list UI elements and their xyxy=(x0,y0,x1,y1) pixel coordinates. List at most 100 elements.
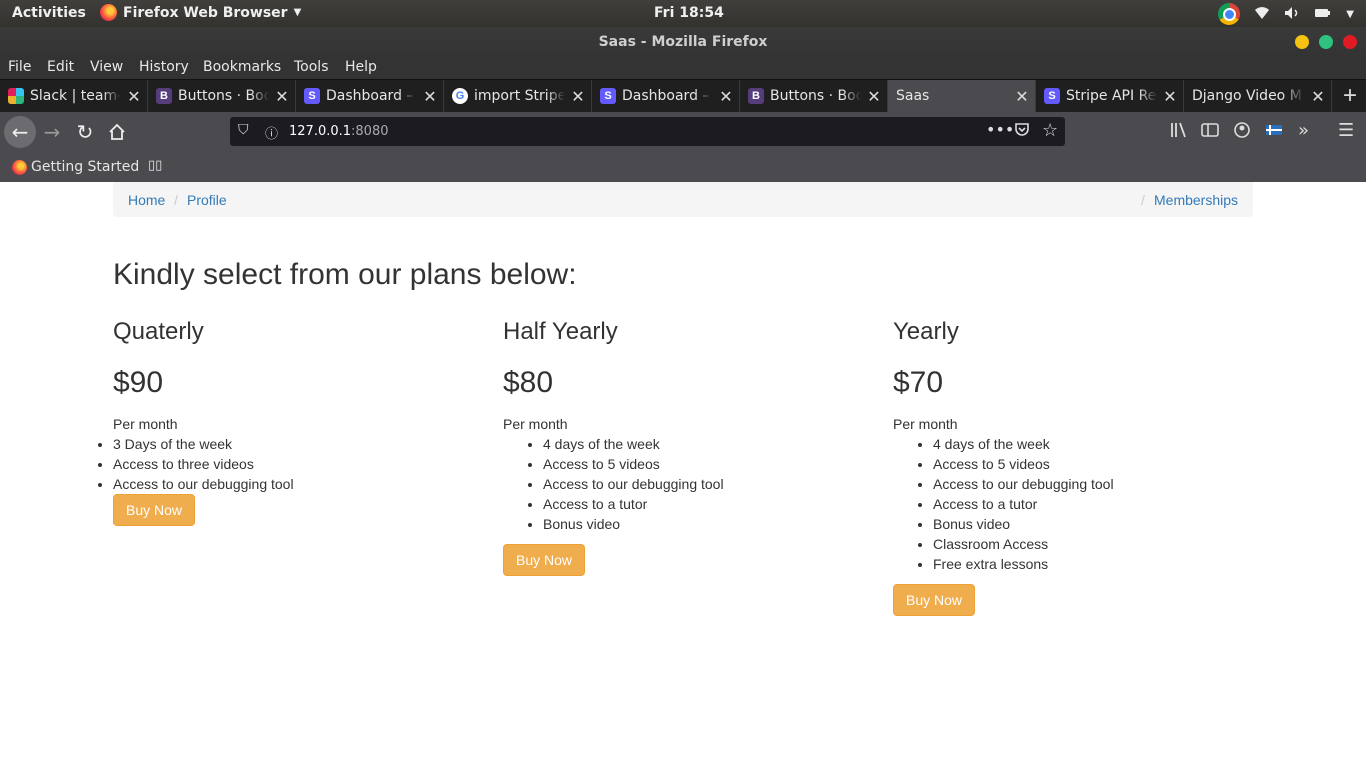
breadcrumb: Home / Profile / Memberships xyxy=(113,182,1253,217)
feature-item: 4 days of the week xyxy=(933,434,1273,454)
reader-icon[interactable]: ▯▯ xyxy=(148,158,162,173)
battery-icon xyxy=(1314,7,1332,22)
url-text[interactable]: 127.0.0.1:8080 xyxy=(289,124,389,139)
close-icon[interactable]: ✕ xyxy=(861,87,887,106)
close-icon[interactable]: ✕ xyxy=(713,87,739,106)
buy-now-button[interactable]: Buy Now xyxy=(893,584,976,616)
overflow-chevron-icon[interactable]: » xyxy=(1298,120,1309,141)
tab-label: Buttons · Boo xyxy=(178,88,269,104)
close-icon[interactable]: ✕ xyxy=(1009,87,1035,106)
google-icon: G xyxy=(452,88,468,104)
page-actions-icon[interactable]: ••• xyxy=(986,120,1014,139)
clock[interactable]: Fri 18:54 xyxy=(654,5,724,21)
window-title: Saas - Mozilla Firefox xyxy=(598,34,768,50)
back-button[interactable]: ← xyxy=(4,116,36,148)
info-icon[interactable]: ⓘ xyxy=(265,123,278,142)
plan-period: Per month xyxy=(503,416,568,432)
close-icon[interactable]: ✕ xyxy=(417,87,443,106)
tab-label: Dashboard – xyxy=(622,88,710,104)
menu-history[interactable]: History xyxy=(139,59,189,75)
tab[interactable]: S Dashboard – ✕ xyxy=(296,80,444,112)
feature-item: Classroom Access xyxy=(933,534,1273,554)
close-icon[interactable]: ✕ xyxy=(565,87,591,106)
feature-item: 3 Days of the week xyxy=(113,434,493,454)
menu-file[interactable]: File xyxy=(8,59,31,75)
feature-item: Access to three videos xyxy=(113,454,493,474)
tab-label: import Stripe xyxy=(474,88,565,104)
plan-period: Per month xyxy=(113,416,178,432)
account-icon[interactable] xyxy=(1234,122,1250,142)
close-icon[interactable]: ✕ xyxy=(269,87,295,106)
system-top-bar: Activities Firefox Web Browser ▼ Fri 18:… xyxy=(0,0,1366,27)
close-button[interactable] xyxy=(1343,35,1357,49)
close-icon[interactable]: ✕ xyxy=(121,87,147,106)
bookmarks-toolbar: Getting Started ▯▯ xyxy=(0,152,1366,182)
tab[interactable]: Django Video M ✕ xyxy=(1184,80,1332,112)
bootstrap-icon: B xyxy=(156,88,172,104)
feature-item: Bonus video xyxy=(543,514,883,534)
forward-button[interactable]: → xyxy=(36,116,68,148)
breadcrumb-separator: / xyxy=(1141,192,1145,208)
navigation-toolbar: ← → ↻ ⛉ ⓘ 127.0.0.1:8080 ••• ☆ » ☰ xyxy=(0,112,1366,152)
plan-price: $70 xyxy=(893,366,944,399)
address-bar[interactable]: ⛉ ⓘ 127.0.0.1:8080 ••• ☆ xyxy=(230,117,1065,146)
chrome-icon[interactable] xyxy=(1218,3,1241,25)
activities-button[interactable]: Activities xyxy=(12,5,86,21)
bookmark-label: Getting Started xyxy=(31,159,140,175)
plan-name: Quaterly xyxy=(113,318,204,345)
tab[interactable]: B Buttons · Boo ✕ xyxy=(148,80,296,112)
bookmark-star-icon[interactable]: ☆ xyxy=(1042,120,1058,141)
menu-bookmarks[interactable]: Bookmarks xyxy=(203,59,281,75)
hamburger-menu-icon[interactable]: ☰ xyxy=(1338,120,1354,141)
feature-item: Access to 5 videos xyxy=(543,454,883,474)
breadcrumb-profile-link[interactable]: Profile xyxy=(187,192,227,208)
memberships-link[interactable]: Memberships xyxy=(1154,192,1238,208)
close-icon[interactable]: ✕ xyxy=(1157,87,1183,106)
close-icon[interactable]: ✕ xyxy=(1305,87,1331,106)
maximize-button[interactable] xyxy=(1319,35,1333,49)
bookmark-getting-started[interactable]: Getting Started xyxy=(12,159,139,175)
buy-now-button[interactable]: Buy Now xyxy=(503,544,586,576)
extension-icon[interactable] xyxy=(1265,122,1283,142)
menu-help[interactable]: Help xyxy=(345,59,377,75)
stripe-icon: S xyxy=(304,88,320,104)
tab[interactable]: Slack | team-( ✕ xyxy=(0,80,148,112)
tab[interactable]: B Buttons · Boo ✕ xyxy=(740,80,888,112)
feature-list: 4 days of the week Access to 5 videos Ac… xyxy=(893,434,1273,574)
plan-name: Yearly xyxy=(893,318,959,345)
tab[interactable]: S Stripe API Re ✕ xyxy=(1036,80,1184,112)
feature-item: Bonus video xyxy=(933,514,1273,534)
menu-view[interactable]: View xyxy=(90,59,123,75)
tab-label: Buttons · Boo xyxy=(770,88,861,104)
feature-item: Access to a tutor xyxy=(543,494,883,514)
volume-icon xyxy=(1284,6,1300,23)
stripe-icon: S xyxy=(1044,88,1060,104)
tab[interactable]: G import Stripe ✕ xyxy=(444,80,592,112)
plan-card-quarterly: Quaterly $90 Per month 3 Days of the wee… xyxy=(113,318,493,526)
plan-card-half-yearly: Half Yearly $80 Per month 4 days of the … xyxy=(503,318,883,576)
library-icon[interactable] xyxy=(1170,122,1188,142)
menu-tools[interactable]: Tools xyxy=(294,59,329,75)
buy-now-button[interactable]: Buy Now xyxy=(113,494,196,526)
app-menu[interactable]: Firefox Web Browser ▼ xyxy=(100,4,301,21)
feature-list: 3 Days of the week Access to three video… xyxy=(113,434,493,494)
slack-icon xyxy=(8,88,24,104)
home-button[interactable] xyxy=(101,116,133,148)
bootstrap-icon: B xyxy=(748,88,764,104)
reload-button[interactable]: ↻ xyxy=(69,116,101,148)
breadcrumb-home-link[interactable]: Home xyxy=(128,192,165,208)
minimize-button[interactable] xyxy=(1295,35,1309,49)
feature-item: 4 days of the week xyxy=(543,434,883,454)
tab-label: Stripe API Re xyxy=(1066,88,1157,104)
wifi-icon xyxy=(1254,6,1270,23)
tab[interactable]: S Dashboard – ✕ xyxy=(592,80,740,112)
menu-edit[interactable]: Edit xyxy=(47,59,74,75)
shield-icon[interactable]: ⛉ xyxy=(238,122,249,138)
new-tab-button[interactable]: + xyxy=(1336,82,1364,110)
feature-list: 4 days of the week Access to 5 videos Ac… xyxy=(503,434,883,534)
firefox-icon xyxy=(100,4,117,21)
pocket-icon[interactable] xyxy=(1014,121,1030,141)
sidebar-icon[interactable] xyxy=(1201,122,1219,142)
tab-active[interactable]: Saas ✕ xyxy=(888,80,1036,112)
system-tray[interactable]: ▼ xyxy=(1218,3,1354,25)
